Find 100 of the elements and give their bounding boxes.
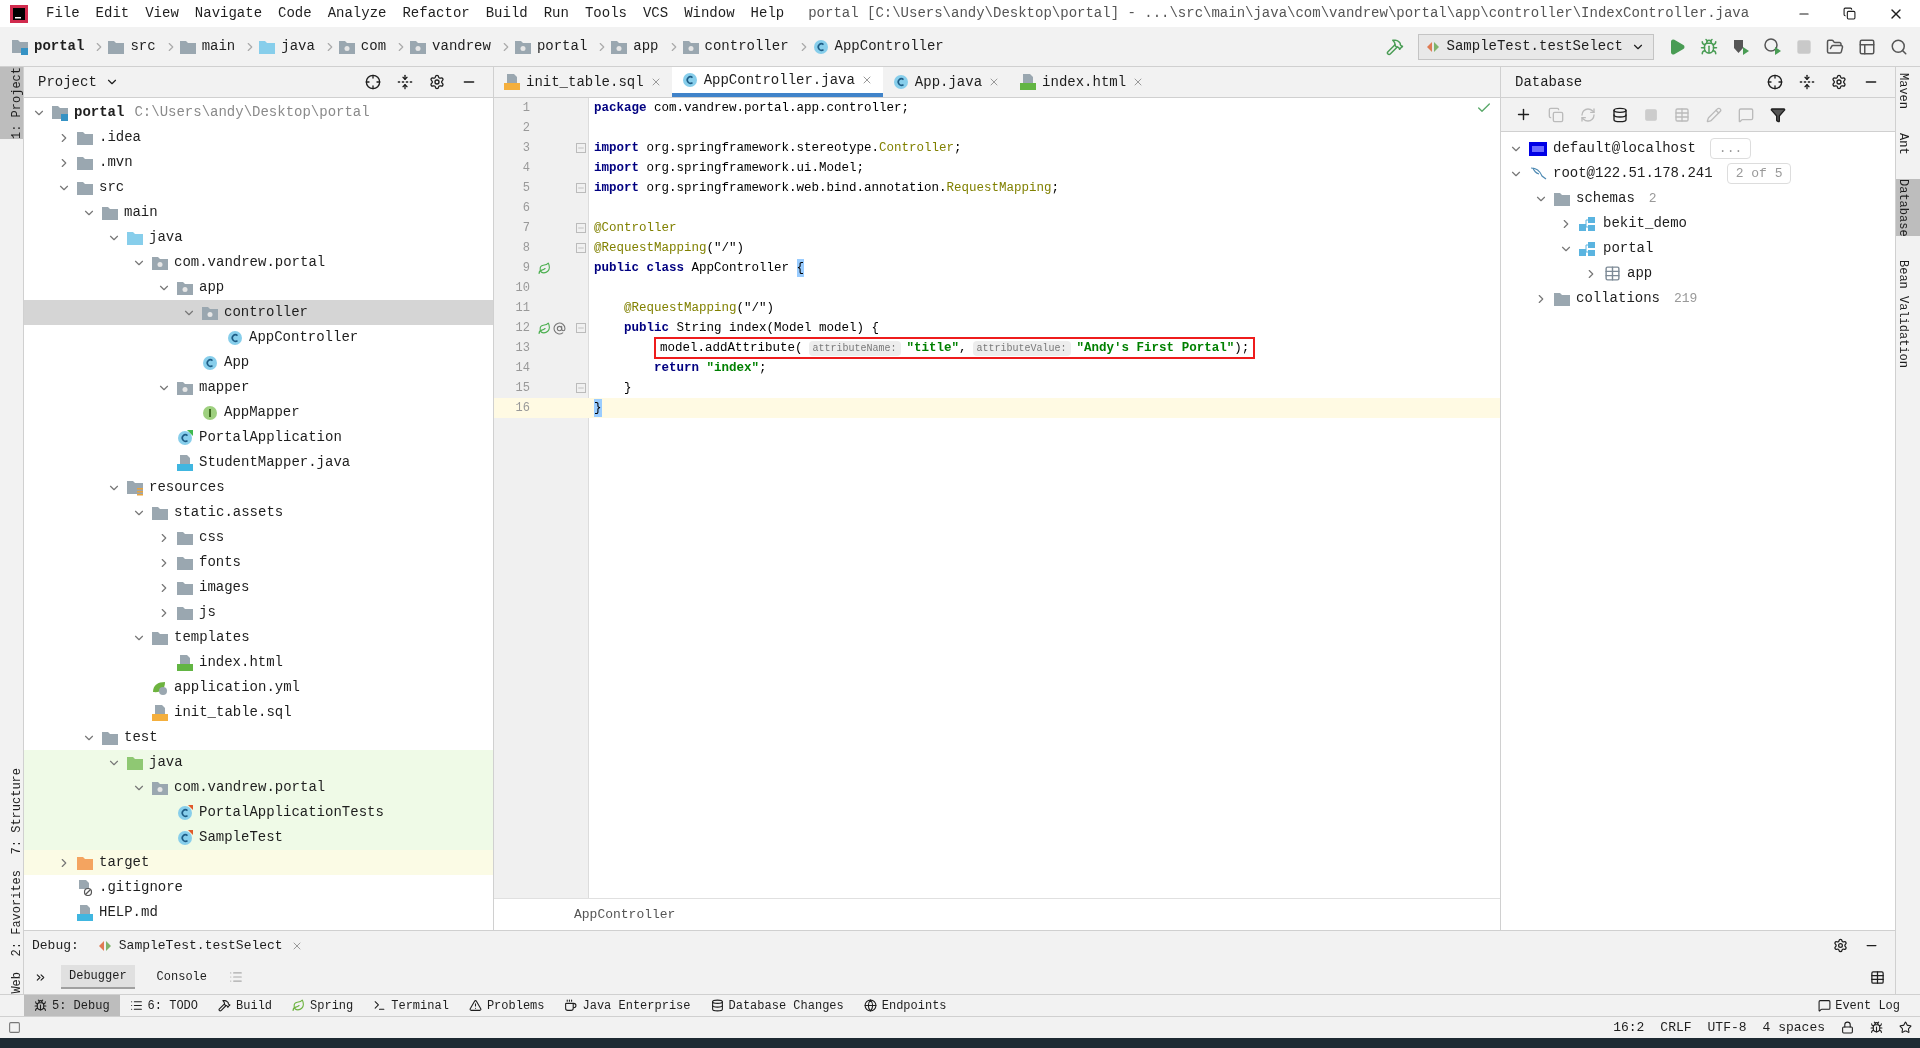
tree-row[interactable]: static.assets xyxy=(24,500,493,525)
tool-window-button[interactable]: Maven xyxy=(1896,73,1920,109)
menu-item[interactable]: Build xyxy=(477,3,536,24)
status-item[interactable]: UTF-8 xyxy=(1707,1017,1747,1038)
fold-marker-icon[interactable] xyxy=(576,223,586,233)
tool-window-button[interactable]: Database xyxy=(1896,178,1920,237)
fold-marker-icon[interactable] xyxy=(576,243,586,253)
search-icon[interactable] xyxy=(1890,37,1908,56)
menu-item[interactable]: File xyxy=(38,3,88,24)
run-icon[interactable] xyxy=(1668,37,1686,56)
breadcrumb-item[interactable]: vandrew xyxy=(432,36,491,57)
filter-icon[interactable] xyxy=(1770,106,1786,123)
tree-row[interactable]: init_table.sql xyxy=(24,700,493,725)
tool-window-button[interactable]: 5: Debug xyxy=(24,995,120,1016)
inspector-icon[interactable] xyxy=(1870,1021,1883,1034)
tool-window-button[interactable]: Terminal xyxy=(363,995,459,1016)
tool-window-button[interactable]: Web xyxy=(0,972,23,994)
menu-item[interactable]: Run xyxy=(535,3,577,24)
bug-icon[interactable] xyxy=(1700,37,1718,56)
tool-window-button[interactable]: Ant xyxy=(1896,133,1920,155)
fold-marker-icon[interactable] xyxy=(576,183,586,193)
breadcrumb-item[interactable]: portal xyxy=(536,36,588,57)
tree-row[interactable]: images xyxy=(24,575,493,600)
tree-row[interactable]: mapper xyxy=(24,375,493,400)
tree-row[interactable]: java xyxy=(24,750,493,775)
menu-item[interactable]: Analyze xyxy=(319,3,395,24)
tree-row[interactable]: css xyxy=(24,525,493,550)
tree-row[interactable]: target xyxy=(24,850,493,875)
hammer-icon[interactable] xyxy=(1385,37,1404,56)
breadcrumb-item[interactable]: main xyxy=(201,36,236,57)
editor-tab[interactable]: AppController.java xyxy=(671,67,883,97)
tree-row[interactable]: src xyxy=(24,175,493,200)
tree-row[interactable]: test xyxy=(24,725,493,750)
add-icon[interactable] xyxy=(1515,106,1532,123)
fold-marker-icon[interactable] xyxy=(576,323,586,333)
debug-tab[interactable]: Debugger xyxy=(61,965,135,990)
layout-icon[interactable] xyxy=(1870,969,1885,985)
tree-row[interactable]: PortalApplicationTests xyxy=(24,800,493,825)
tool-window-button[interactable]: Database Changes xyxy=(700,995,854,1016)
tool-window-button[interactable]: Endpoints xyxy=(853,995,957,1016)
leaf-icon[interactable] xyxy=(538,261,551,275)
status-item[interactable]: 16:2 xyxy=(1613,1017,1645,1038)
tree-row[interactable]: com.vandrew.portal xyxy=(24,250,493,275)
restore-icon[interactable] xyxy=(1843,7,1856,20)
tree-row[interactable]: schemas 2 xyxy=(1501,186,1895,211)
run-configuration-dropdown[interactable]: SampleTest.testSelect xyxy=(1417,33,1654,60)
tree-row[interactable]: controller xyxy=(24,300,493,325)
tree-row[interactable]: main xyxy=(24,200,493,225)
status-item[interactable]: CRLF xyxy=(1660,1017,1692,1038)
code-breadcrumb[interactable]: AppController xyxy=(574,904,676,925)
at-icon[interactable] xyxy=(553,321,566,335)
tool-window-button[interactable]: 7: Structure xyxy=(0,767,23,854)
editor-tab[interactable]: App.java xyxy=(882,67,1011,97)
status-item[interactable]: 4 spaces xyxy=(1762,1017,1825,1038)
tree-row[interactable]: index.html xyxy=(24,650,493,675)
tree-row[interactable]: bekit_demo xyxy=(1501,211,1895,236)
menu-item[interactable]: Window xyxy=(676,3,743,24)
leaf-icon[interactable] xyxy=(538,321,551,335)
menu-item[interactable]: VCS xyxy=(634,3,677,24)
lock-icon[interactable] xyxy=(1841,1021,1854,1034)
tree-row[interactable]: StudentMapper.java xyxy=(24,450,493,475)
breadcrumb-item[interactable]: app xyxy=(633,36,659,57)
locate-icon[interactable] xyxy=(1767,74,1783,90)
tool-window-button[interactable]: 1: Project xyxy=(0,67,23,139)
session-tab[interactable]: SampleTest.testSelect xyxy=(90,936,311,956)
tree-row[interactable]: resources xyxy=(24,475,493,500)
breadcrumb-item[interactable]: AppController xyxy=(834,36,944,57)
tree-row[interactable]: SampleTest xyxy=(24,825,493,850)
fold-marker-icon[interactable] xyxy=(576,383,586,393)
tree-row[interactable]: app xyxy=(24,275,493,300)
collapse-all-icon[interactable] xyxy=(1799,74,1815,90)
menu-item[interactable]: View xyxy=(137,3,187,24)
settings-icon[interactable] xyxy=(1833,938,1848,954)
tree-row[interactable]: application.yml xyxy=(24,675,493,700)
tree-row[interactable]: .gitignore xyxy=(24,875,493,900)
tree-row[interactable]: portal xyxy=(1501,236,1895,261)
tree-row[interactable]: templates xyxy=(24,625,493,650)
tool-window-button[interactable]: 6: TODO xyxy=(119,995,209,1016)
menu-item[interactable]: Refactor xyxy=(394,3,478,24)
settings-icon[interactable] xyxy=(429,74,445,90)
tool-window-button[interactable]: 2: Favorites xyxy=(0,869,23,957)
tool-window-button[interactable]: Problems xyxy=(458,995,555,1016)
collapse-all-icon[interactable] xyxy=(397,74,413,90)
tree-row[interactable]: PortalApplication xyxy=(24,425,493,450)
shield-play-icon[interactable] xyxy=(1732,37,1750,56)
fold-marker-icon[interactable] xyxy=(576,143,586,153)
tree-row[interactable]: app xyxy=(1501,261,1895,286)
project-structure-icon[interactable] xyxy=(1826,37,1844,56)
tree-row[interactable]: js xyxy=(24,600,493,625)
menu-item[interactable]: Edit xyxy=(87,3,138,24)
database-properties-icon[interactable] xyxy=(1612,106,1628,123)
tree-row[interactable]: default@localhost ... xyxy=(1501,136,1895,161)
menu-item[interactable]: Tools xyxy=(576,3,635,24)
tool-window-button[interactable]: Build xyxy=(208,995,283,1016)
menu-item[interactable]: Help xyxy=(742,3,793,24)
tree-row[interactable]: com.vandrew.portal xyxy=(24,775,493,800)
editor-tab[interactable]: index.html xyxy=(1010,67,1155,97)
breadcrumb-item[interactable]: src xyxy=(130,36,156,57)
tree-row[interactable]: .mvn xyxy=(24,150,493,175)
tree-row[interactable]: java xyxy=(24,225,493,250)
